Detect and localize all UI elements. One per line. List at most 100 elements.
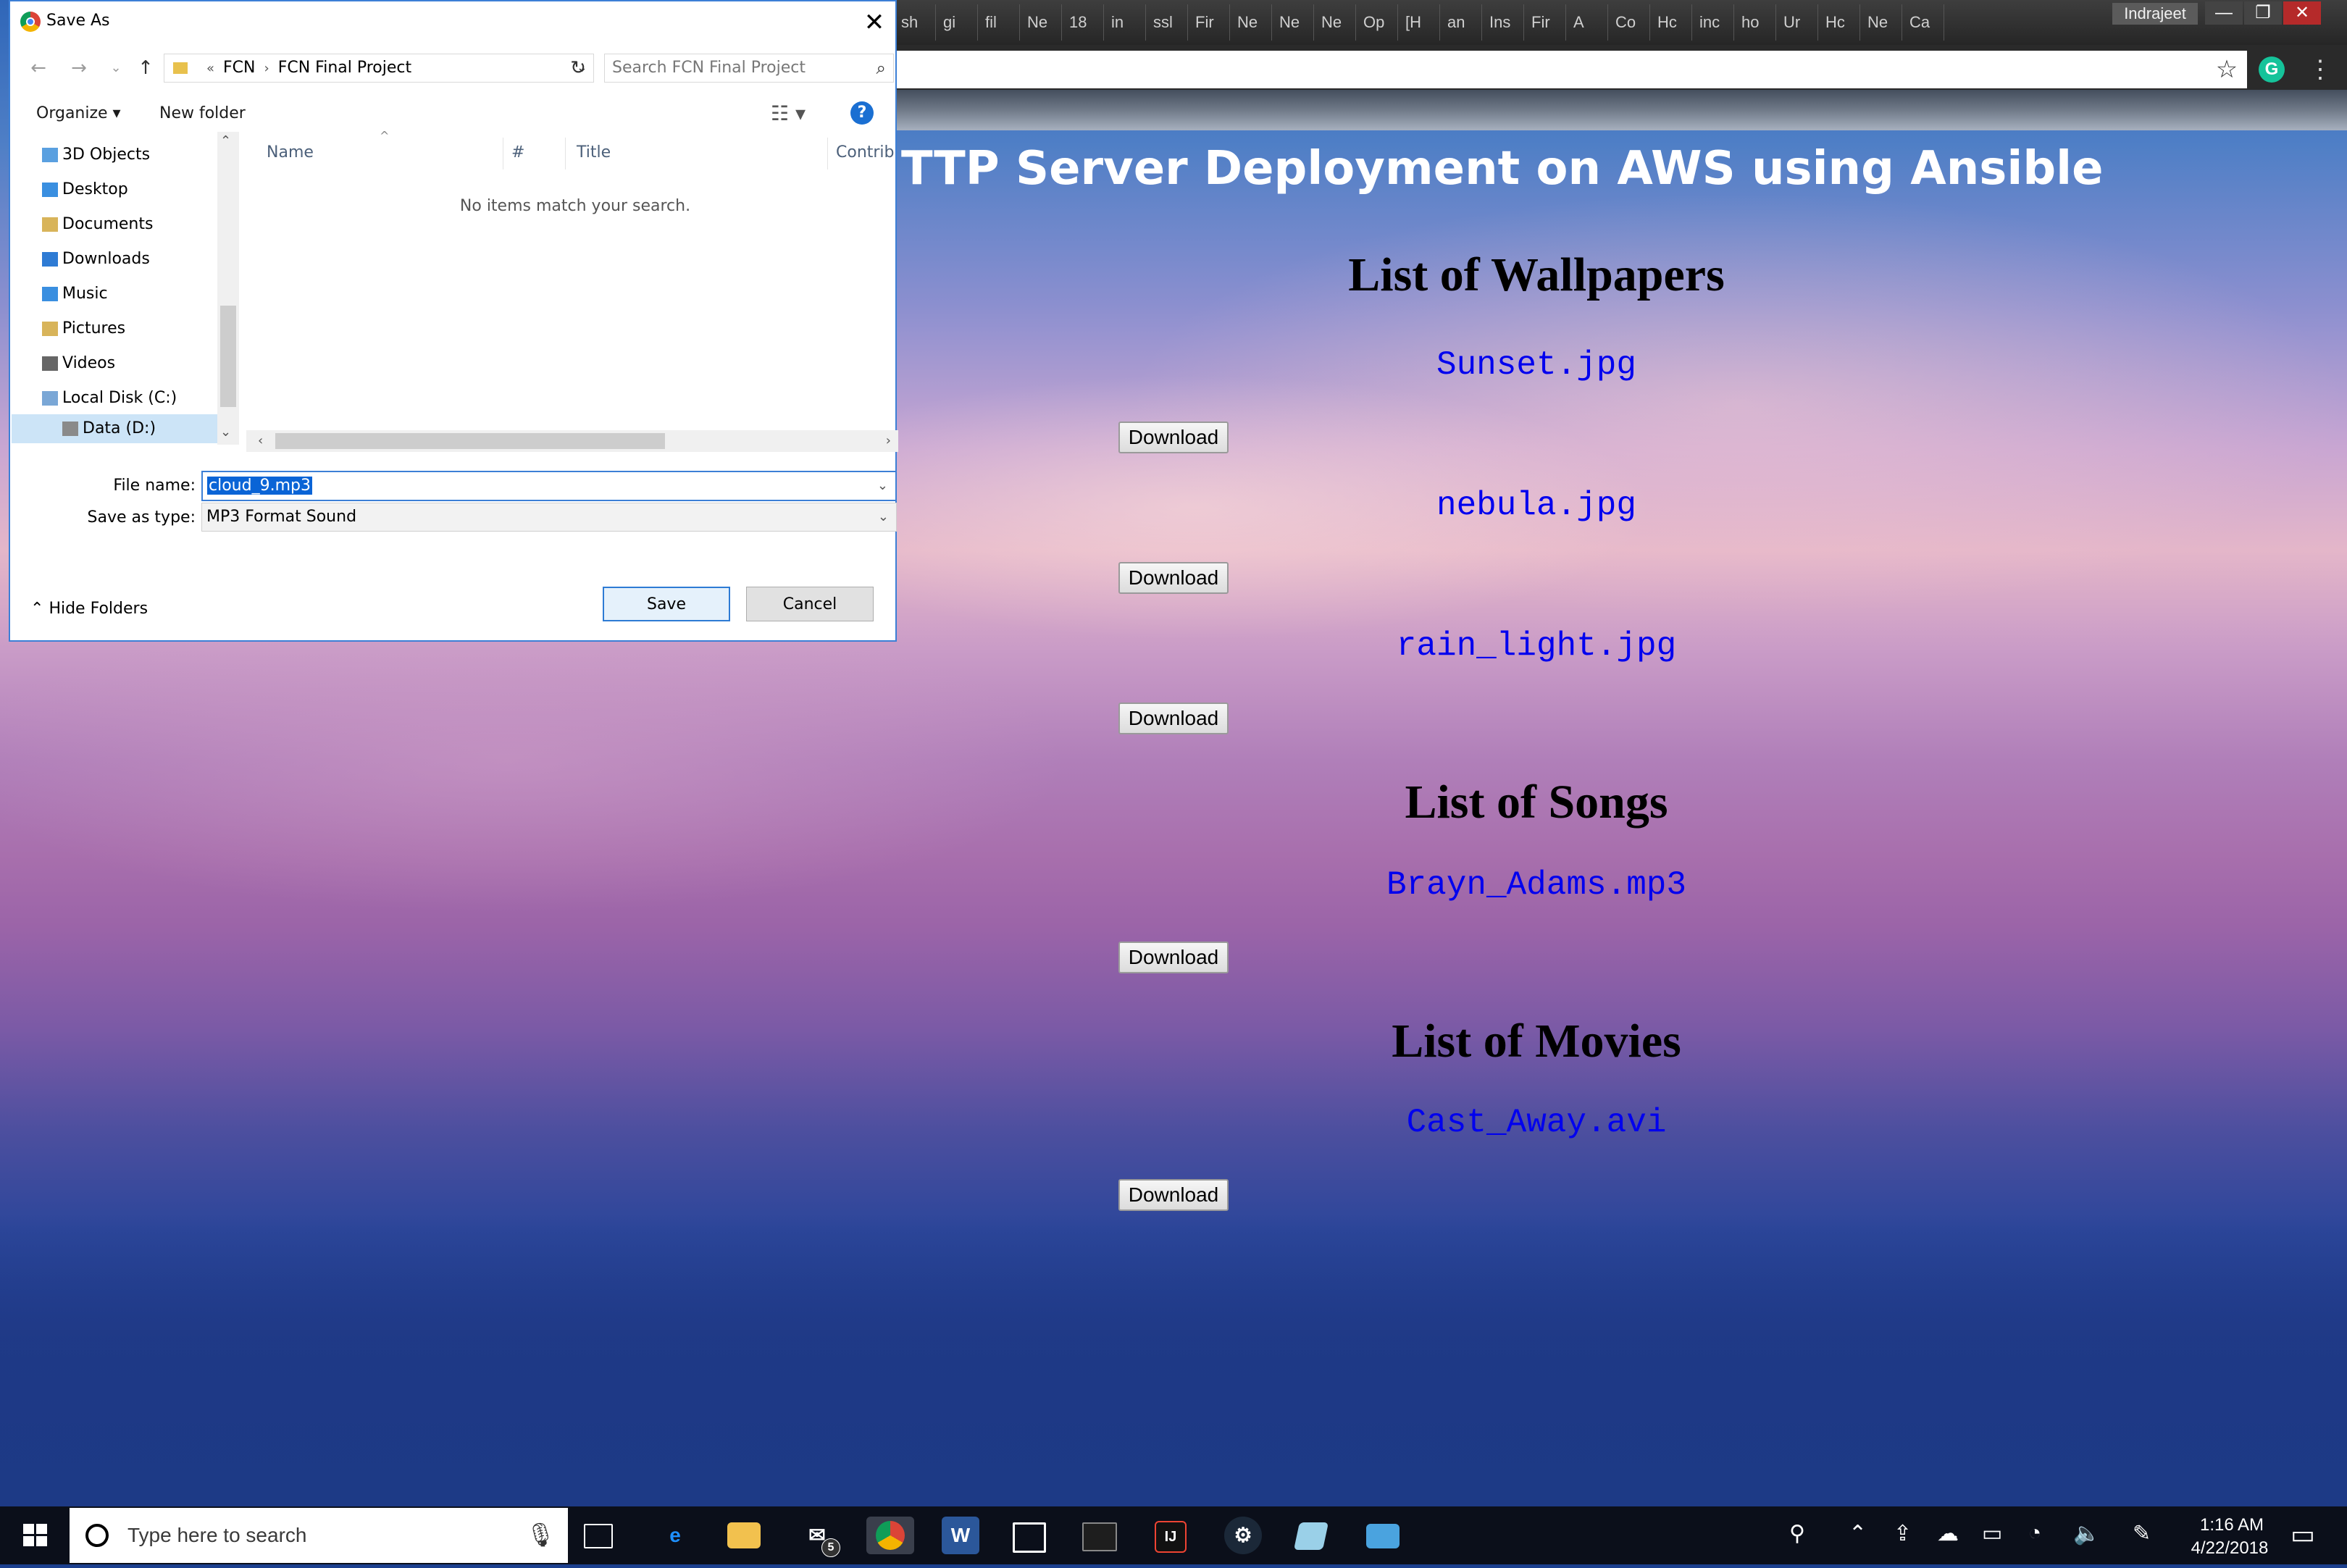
organize-menu[interactable]: Organize ▾: [36, 104, 121, 122]
column-divider[interactable]: [827, 138, 828, 169]
file-explorer-icon[interactable]: [727, 1522, 761, 1548]
hide-folders-toggle[interactable]: ⌃ Hide Folders: [30, 600, 148, 618]
onedrive-icon[interactable]: ☁: [1937, 1521, 1959, 1546]
file-link-nebula[interactable]: nebula.jpg: [895, 487, 2177, 524]
download-button-rain-light[interactable]: Download: [1118, 703, 1229, 734]
horizontal-scrollbar[interactable]: ‹ ›: [246, 430, 898, 452]
photos-icon[interactable]: [1013, 1522, 1046, 1553]
nav-item-local-disk[interactable]: Local Disk (C:): [42, 384, 177, 413]
browser-tab[interactable]: Hc: [1820, 4, 1860, 41]
scroll-up-icon[interactable]: ⌃: [220, 133, 231, 148]
browser-tab[interactable]: Co: [1610, 4, 1650, 41]
pen-icon[interactable]: ✎: [2133, 1521, 2151, 1546]
volume-icon[interactable]: 🔈: [2073, 1521, 2100, 1546]
file-link-brayn-adams[interactable]: Brayn_Adams.mp3: [895, 866, 2177, 904]
scroll-down-icon[interactable]: ⌄: [220, 424, 231, 440]
nav-item-pictures[interactable]: Pictures: [42, 314, 125, 343]
nav-item-desktop[interactable]: Desktop: [42, 175, 128, 204]
browser-tab[interactable]: Ur: [1778, 4, 1818, 41]
restore-button[interactable]: ❐: [2244, 1, 2282, 25]
upload-icon[interactable]: ⇪: [1894, 1521, 1912, 1546]
nav-item-data-drive[interactable]: Data (D:): [12, 414, 229, 443]
terminal-icon[interactable]: [1082, 1522, 1117, 1551]
chevron-down-icon[interactable]: ⌄: [877, 472, 888, 500]
column-header-contributing[interactable]: Contributing: [836, 143, 895, 162]
column-header-name[interactable]: Name: [267, 143, 314, 162]
breadcrumb[interactable]: «FCN › FCN Final Project ⌄: [164, 54, 594, 83]
help-icon[interactable]: ?: [850, 101, 874, 125]
scroll-left-icon[interactable]: ‹: [258, 430, 263, 452]
browser-tab[interactable]: Fir: [1526, 4, 1566, 41]
nav-item-videos[interactable]: Videos: [42, 349, 115, 378]
file-name-input[interactable]: cloud_9.mp3 ⌄: [201, 471, 897, 501]
nav-scrollbar[interactable]: ⌃ ⌄: [217, 132, 239, 445]
browser-tab[interactable]: in: [1105, 4, 1146, 41]
breadcrumb-item-fcn[interactable]: FCN: [223, 59, 255, 77]
breadcrumb-item-fcn-final-project[interactable]: FCN Final Project: [278, 59, 411, 77]
browser-tab[interactable]: ssl: [1147, 4, 1188, 41]
browser-tab[interactable]: Ne: [1231, 4, 1272, 41]
download-button-brayn-adams[interactable]: Download: [1118, 942, 1229, 973]
control-panel-icon[interactable]: [1366, 1524, 1400, 1548]
microphone-icon[interactable]: 🎙: [526, 1521, 556, 1548]
browser-tab[interactable]: Ne: [1862, 4, 1902, 41]
file-link-sunset[interactable]: Sunset.jpg: [895, 346, 2177, 384]
browser-tab[interactable]: A: [1568, 4, 1608, 41]
browser-tab[interactable]: Hc: [1652, 4, 1692, 41]
show-hidden-icons-icon[interactable]: ⌃: [1849, 1521, 1867, 1546]
column-header-title[interactable]: Title: [577, 143, 611, 162]
chrome-taskbar-icon[interactable]: [866, 1517, 914, 1554]
start-button[interactable]: [0, 1506, 70, 1564]
browser-tab[interactable]: gi: [937, 4, 978, 41]
intellij-icon[interactable]: IJ: [1155, 1521, 1187, 1553]
grammarly-extension-icon[interactable]: G: [2259, 56, 2285, 83]
dialog-close-button[interactable]: ✕: [858, 6, 891, 39]
chevron-down-icon[interactable]: ⌄: [878, 503, 889, 531]
save-button[interactable]: Save: [603, 587, 730, 621]
chrome-menu-icon[interactable]: ⋮: [2308, 52, 2333, 87]
app-icon[interactable]: [1293, 1522, 1329, 1550]
minimize-button[interactable]: —: [2205, 1, 2243, 25]
scroll-right-icon[interactable]: ›: [886, 430, 891, 452]
address-bar[interactable]: [895, 51, 2247, 88]
view-options-icon[interactable]: ☷ ▾: [771, 101, 806, 125]
browser-tab[interactable]: Ca: [1904, 4, 1944, 41]
up-arrow-icon[interactable]: ↑: [133, 55, 158, 81]
nav-item-3d-objects[interactable]: 3D Objects: [42, 141, 150, 169]
battery-icon[interactable]: ▭: [1982, 1521, 2002, 1546]
browser-tab[interactable]: an: [1442, 4, 1482, 41]
file-link-rain-light[interactable]: rain_light.jpg: [895, 627, 2177, 665]
browser-tab[interactable]: 18: [1063, 4, 1104, 41]
wifi-icon[interactable]: ◔: [2028, 1521, 2041, 1546]
file-link-cast-away[interactable]: Cast_Away.avi: [895, 1104, 2177, 1141]
nav-item-music[interactable]: Music: [42, 280, 108, 309]
search-input[interactable]: Search FCN Final Project ⌕: [604, 54, 894, 83]
scrollbar-thumb[interactable]: [220, 306, 236, 407]
clock-time[interactable]: 1:16 AM: [2185, 1515, 2279, 1535]
clock-date[interactable]: 4/22/2018: [2173, 1538, 2286, 1559]
task-view-icon[interactable]: [584, 1524, 613, 1548]
refresh-icon[interactable]: ↻: [564, 54, 593, 83]
nav-item-downloads[interactable]: Downloads: [42, 245, 150, 274]
browser-tab[interactable]: Ins: [1484, 4, 1524, 41]
scrollbar-thumb[interactable]: [275, 433, 665, 449]
browser-tab[interactable]: [H: [1400, 4, 1440, 41]
download-button-cast-away[interactable]: Download: [1118, 1179, 1229, 1211]
browser-tab[interactable]: Op: [1357, 4, 1398, 41]
browser-tab[interactable]: Fir: [1189, 4, 1230, 41]
nav-item-documents[interactable]: Documents: [42, 210, 153, 239]
steam-icon[interactable]: ⚙: [1224, 1517, 1262, 1554]
people-icon[interactable]: ⚲: [1789, 1521, 1805, 1546]
column-divider[interactable]: [565, 138, 566, 169]
download-button-nebula[interactable]: Download: [1118, 562, 1229, 594]
word-icon[interactable]: W: [942, 1517, 979, 1554]
browser-tab[interactable]: inc: [1694, 4, 1734, 41]
recent-locations-icon[interactable]: ⌄: [109, 55, 123, 81]
forward-arrow-icon[interactable]: →: [68, 55, 90, 81]
new-folder-button[interactable]: New folder: [159, 104, 246, 122]
back-arrow-icon[interactable]: ←: [28, 55, 49, 81]
mail-icon[interactable]: ✉ 5: [798, 1517, 840, 1557]
save-as-type-select[interactable]: MP3 Format Sound ⌄: [201, 503, 897, 532]
edge-icon[interactable]: e: [656, 1517, 694, 1554]
bookmark-star-icon[interactable]: ☆: [2211, 51, 2243, 88]
